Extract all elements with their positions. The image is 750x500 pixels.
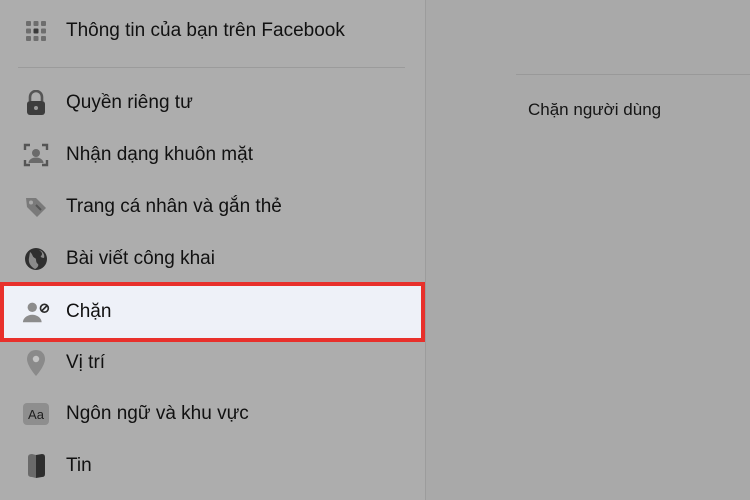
svg-text:Aa: Aa xyxy=(28,407,45,422)
sidebar-divider xyxy=(18,67,405,68)
sidebar-item-label: Thông tin của bạn trên Facebook xyxy=(66,20,345,41)
face-scan-icon xyxy=(22,141,50,169)
lock-icon xyxy=(22,89,50,117)
sidebar-item-profile-and-tagging[interactable]: Trang cá nhân và gắn thẻ xyxy=(0,184,425,230)
block-user-icon xyxy=(22,298,50,326)
sidebar-item-label: Bài viết công khai xyxy=(66,248,215,269)
sidebar-item-stories[interactable]: Tin xyxy=(0,443,425,489)
sidebar-item-label: Nhận dạng khuôn mặt xyxy=(66,144,253,165)
grid-icon xyxy=(22,17,50,45)
globe-icon xyxy=(22,245,50,273)
sidebar-item-face-recognition[interactable]: Nhận dạng khuôn mặt xyxy=(0,132,425,178)
sidebar-item-label: Ngôn ngữ và khu vực xyxy=(66,403,249,424)
location-pin-icon xyxy=(22,349,50,377)
section-title: Chặn người dùng xyxy=(528,100,662,119)
sidebar-item-label: Chặn xyxy=(66,301,112,322)
sidebar-item-public-posts[interactable]: Bài viết công khai xyxy=(0,236,425,282)
language-icon: Aa xyxy=(22,400,50,428)
tag-icon xyxy=(22,193,50,221)
sidebar-item-label: Vị trí xyxy=(66,352,106,373)
main-content: Chặn người dùng xyxy=(426,0,750,500)
sidebar-item-your-facebook-information[interactable]: Thông tin của bạn trên Facebook xyxy=(0,10,425,52)
sidebar-item-label: Quyền riêng tư xyxy=(66,92,193,113)
sidebar-item-blocking[interactable]: Chặn xyxy=(0,289,425,335)
content-divider xyxy=(516,74,750,75)
sidebar-item-label: Tin xyxy=(66,455,92,476)
sidebar-item-language-and-region[interactable]: Aa Ngôn ngữ và khu vực xyxy=(0,391,425,437)
sidebar-item-label: Trang cá nhân và gắn thẻ xyxy=(66,196,282,217)
story-book-icon xyxy=(22,452,50,480)
sidebar-item-privacy[interactable]: Quyền riêng tư xyxy=(0,80,425,126)
settings-sidebar: Thông tin của bạn trên Facebook Quyền ri… xyxy=(0,0,425,500)
sidebar-item-location[interactable]: Vị trí xyxy=(0,340,425,386)
